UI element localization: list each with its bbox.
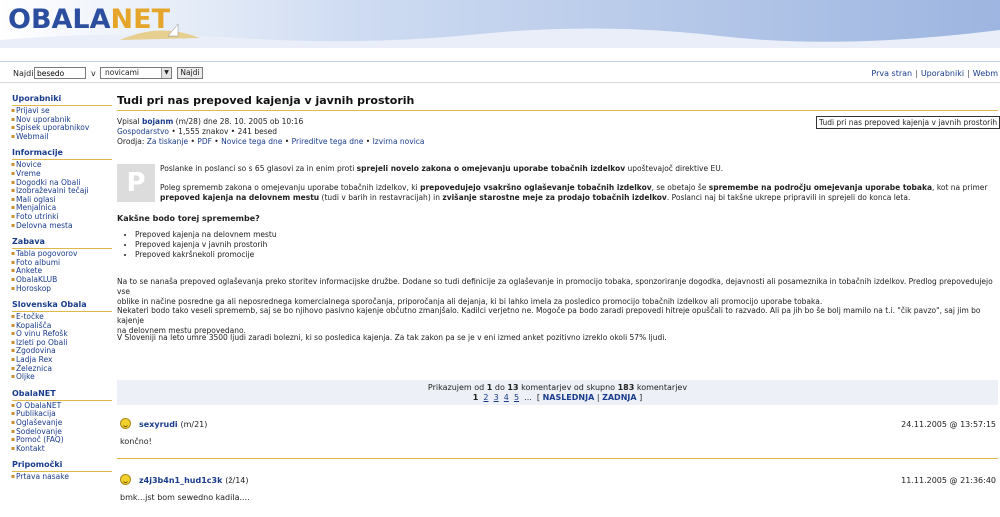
pager-ellipsis: ... [524,393,532,402]
list-item: Prepoved kakršnekoli promocije [135,250,277,260]
in-label: v [91,69,96,78]
sidebar-group: InformacijeNoviceVremeDogodki na ObaliIz… [11,148,112,231]
comment-author-link[interactable]: sexyrudi [139,420,178,429]
drop-cap-icon: P [117,164,155,202]
list-item: Prepoved kajenja na delovnem mestu [135,230,277,240]
pager-summary: Prikazujem od 1 do 13 komentarjev od sku… [427,383,688,392]
page-link[interactable]: 3 [494,393,499,402]
comment-author-info: (m/21) [180,420,208,429]
smiley-icon [120,474,131,485]
tool-pdf-link[interactable]: PDF [197,137,212,146]
top-link-home[interactable]: Prva stran [871,69,912,78]
top-link-users[interactable]: Uporabniki [921,69,964,78]
sidebar-item[interactable]: Prtava nasake [11,473,112,482]
sidebar-item[interactable]: Horoskop [11,284,112,294]
last-page-link[interactable]: ZADNJA [602,393,637,402]
comment-date: 24.11.2005 @ 13:57:15 [901,420,996,429]
category-link[interactable]: Gospodarstvo [117,127,169,136]
author-info: (m/28) dne 28. 10. 2005 ob 10:16 [175,117,304,126]
scope-value: novicami [105,68,139,77]
paragraph-2: Poleg sprememb zakona o omejevanju upora… [160,183,988,202]
site-logo[interactable]: OBALANET [8,4,170,35]
sidebar: UporabnikiPrijavi seNov uporabnikSpisek … [11,94,112,489]
tools-label: Orodja: [117,137,145,146]
sidebar-item[interactable]: Webmail [11,132,112,142]
tool-print-link[interactable]: Za tiskanje [147,137,188,146]
paragraph-5: V Sloveniji na leto umre 3500 ljudi zara… [117,333,667,342]
page-link[interactable]: 5 [514,393,519,402]
comment-author-link[interactable]: z4j3b4n1_hud1c3k [139,476,222,485]
sidebar-group: ZabavaTabla pogovorovFoto albumiAnketeOb… [11,237,112,294]
chevron-down-icon[interactable]: ▼ [161,68,171,78]
subheading: Kakšne bodo torej spremembe? [117,214,260,223]
tool-events-today-link[interactable]: Prireditve tega dne [292,137,364,146]
bullet-list: Prepoved kajenja na delovnem mestu Prepo… [135,230,277,260]
paragraph-1: Poslanke in poslanci so s 65 glasovi za … [160,164,724,173]
page-link[interactable]: 2 [483,393,488,402]
sidebar-item[interactable]: Kontakt [11,444,112,454]
author-link[interactable]: bojanm [142,117,173,126]
sidebar-group-title: Zabava [12,237,112,250]
paragraph-3: Na to se nanaša prepoved oglaševanja pre… [117,277,993,306]
list-item: Prepoved kajenja v javnih prostorih [135,240,277,250]
search-scope-select[interactable]: novicami ▼ [100,67,172,79]
comment-author-info: (ž/14) [225,476,249,485]
comment-item: sexyrudi (m/21) 24.11.2005 @ 13:57:15 ko… [117,418,998,462]
comment-text: končno! [120,437,152,446]
comments-pager: Prikazujem od 1 do 13 komentarjev od sku… [117,380,998,405]
comment-item: z4j3b4n1_hud1c3k (ž/14) 11.11.2005 @ 21:… [117,474,998,514]
sidebar-group-title: Pripomočki [12,460,112,473]
sidebar-group-title: Informacije [12,148,112,161]
comment-date: 11.11.2005 @ 21:36:40 [901,476,996,485]
next-page-link[interactable]: NASLEDNJA [543,393,595,402]
posted-prefix: Vpisal [117,117,140,126]
banner-strip [0,48,1000,62]
tool-news-today-link[interactable]: Novice tega dne [221,137,282,146]
search-toolbar: Najdi v novicami ▼ Najdi Prva stran|Upor… [0,64,1000,83]
paragraph-4: Nekateri bodo tako veseli sprememb, saj … [117,306,981,335]
search-label: Najdi [13,69,34,78]
sidebar-group-title: Slovenska Obala [12,300,112,313]
smiley-icon [120,418,131,429]
top-link-webmail[interactable]: Webm [973,69,998,78]
tool-source-link[interactable]: Izvirna novica [373,137,425,146]
search-input[interactable] [34,67,86,79]
main-content: Tudi pri nas prepoved kajenja v javnih p… [117,94,1000,502]
sidebar-group: Slovenska ObalaE-točkeKopališčaO vinu Re… [11,300,112,382]
sidebar-group: UporabnikiPrijavi seNov uporabnikSpisek … [11,94,112,142]
sidebar-group-title: Uporabniki [12,94,112,106]
search-button[interactable]: Najdi [177,67,203,79]
page-link[interactable]: 4 [504,393,509,402]
sidebar-item[interactable]: Oljke [11,373,112,382]
article-title: Tudi pri nas prepoved kajenja v javnih p… [117,94,998,111]
header-banner: OBALANET [0,0,1000,48]
sidebar-group: PripomočkiPrtava nasake [11,460,112,482]
pager-links: 1 2 3 4 5 ... [ NASLEDNJA | ZADNJA ] [472,393,643,402]
article-stats: • 1,555 znakov • 241 besed [171,127,277,136]
sidebar-group: ObalaNETO ObalaNETPublikacijaOglaševanje… [11,389,112,454]
top-links: Prva stran | Uporabniki | Webm [871,69,998,78]
sidebar-item[interactable]: Delovna mesta [11,221,112,231]
comment-divider [117,458,998,459]
title-box: Tudi pri nas prepoved kajenja v javnih p… [816,116,1000,129]
article-meta: Vpisal bojanm (m/28) dne 28. 10. 2005 ob… [117,117,425,146]
current-page: 1 [472,393,479,402]
comment-text: bmk...jst bom sewedno kadila.... [120,493,250,502]
sidebar-group-title: ObalaNET [12,389,112,401]
